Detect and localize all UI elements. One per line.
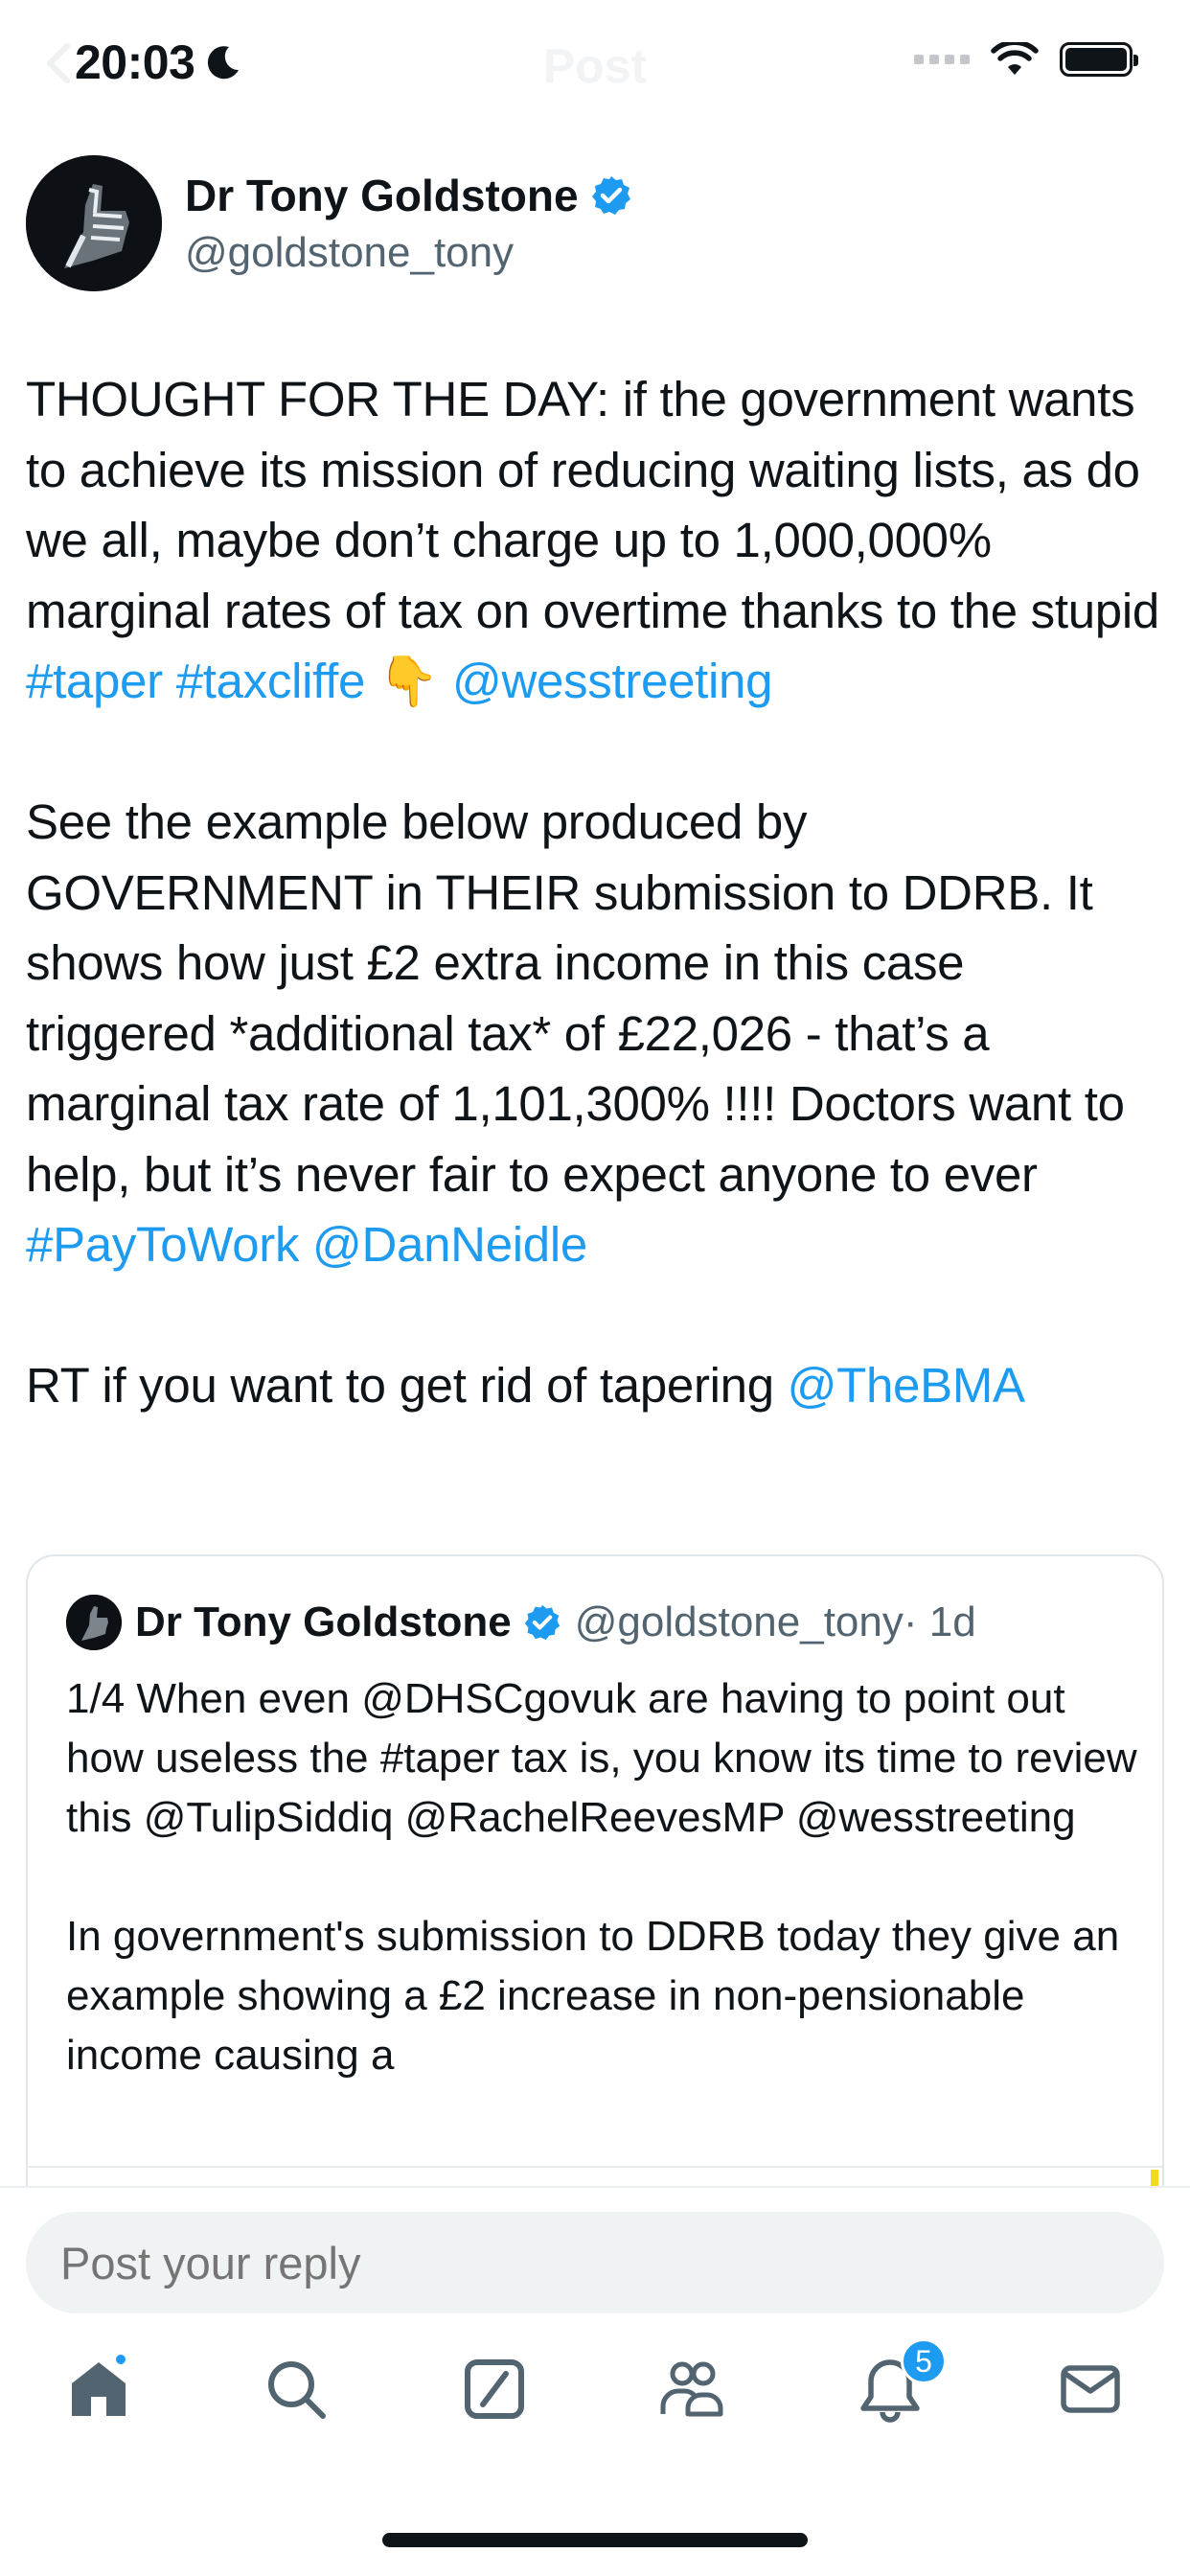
mail-icon (1061, 2365, 1120, 2413)
quoted-avatar (66, 1595, 122, 1650)
avatar[interactable] (26, 155, 162, 291)
tab-search[interactable] (253, 2346, 339, 2432)
cellular-signal-icon (914, 55, 970, 64)
quoted-post-text: 1/4 When even @DHSCgovuk are having to p… (66, 1669, 1139, 2085)
tab-messages[interactable] (1047, 2346, 1133, 2432)
author-handle[interactable]: @goldstone_tony (185, 229, 632, 277)
home-indicator (382, 2533, 808, 2547)
reply-separator (0, 2186, 1190, 2188)
thumbs-up-xray-icon (26, 155, 162, 291)
home-unread-dot (113, 2352, 128, 2367)
quoted-post-time: · 1d (903, 1598, 976, 1645)
status-time: 20:03 (75, 34, 242, 90)
hashtag-taper-link[interactable]: #taper (26, 654, 163, 708)
mention-danneidle-link[interactable]: @DanNeidle (312, 1217, 587, 1272)
mention-thebma-link[interactable]: @TheBMA (788, 1358, 1025, 1413)
verified-badge-icon (591, 176, 630, 215)
notifications-badge: 5 (901, 2338, 947, 2384)
reply-input[interactable] (26, 2212, 1164, 2313)
post-text: THOUGHT FOR THE DAY: if the government w… (26, 364, 1166, 1421)
post-text-p3: RT if you want to get rid of tapering (26, 1358, 788, 1413)
mention-wesstreeting-link[interactable]: @wesstreeting (452, 654, 772, 708)
hashtag-taxcliffe-link[interactable]: #taxcliffe (176, 654, 366, 708)
hashtag-paytowork-link[interactable]: #PayToWork (26, 1217, 299, 1272)
post-text-p2: See the example below produced by GOVERN… (26, 794, 1138, 1202)
quoted-author-name: Dr Tony Goldstone (135, 1598, 512, 1645)
status-icons (914, 42, 1138, 77)
quoted-post-text-1: 1/4 When even @DHSCgovuk are having to p… (66, 1675, 1137, 1841)
tab-grok[interactable] (451, 2346, 538, 2432)
quoted-media-divider (28, 2166, 1162, 2168)
battery-icon (1060, 42, 1138, 77)
quoted-author-handle: @goldstone_tony (574, 1598, 904, 1645)
quoted-post-header: Dr Tony Goldstone @goldstone_tony · 1d (66, 1595, 976, 1650)
moon-icon (208, 46, 240, 80)
tab-bar: 5 (0, 2338, 1190, 2461)
wifi-icon (991, 42, 1039, 75)
tab-home[interactable] (56, 2346, 142, 2432)
quoted-post-text-2: In government's submission to DDRB today… (66, 1913, 1120, 2079)
post-text-p1: THOUGHT FOR THE DAY: if the government w… (26, 372, 1173, 638)
status-bar: Post 20:03 (0, 0, 1190, 129)
author-name[interactable]: Dr Tony Goldstone (185, 170, 579, 221)
grok-icon (465, 2359, 524, 2419)
tab-notifications[interactable]: 5 (847, 2338, 947, 2432)
search-icon (268, 2361, 326, 2419)
pointing-down-emoji: 👇 (378, 654, 440, 708)
verified-badge-icon (524, 1604, 560, 1641)
quoted-media-edge (1151, 2170, 1158, 2187)
tab-communities[interactable] (649, 2346, 735, 2432)
clock-label: 20:03 (75, 35, 195, 89)
communities-icon (660, 2361, 723, 2417)
quoted-post[interactable]: Dr Tony Goldstone @goldstone_tony · 1d 1… (26, 1554, 1164, 2187)
post-author[interactable]: Dr Tony Goldstone @goldstone_tony (26, 155, 632, 291)
